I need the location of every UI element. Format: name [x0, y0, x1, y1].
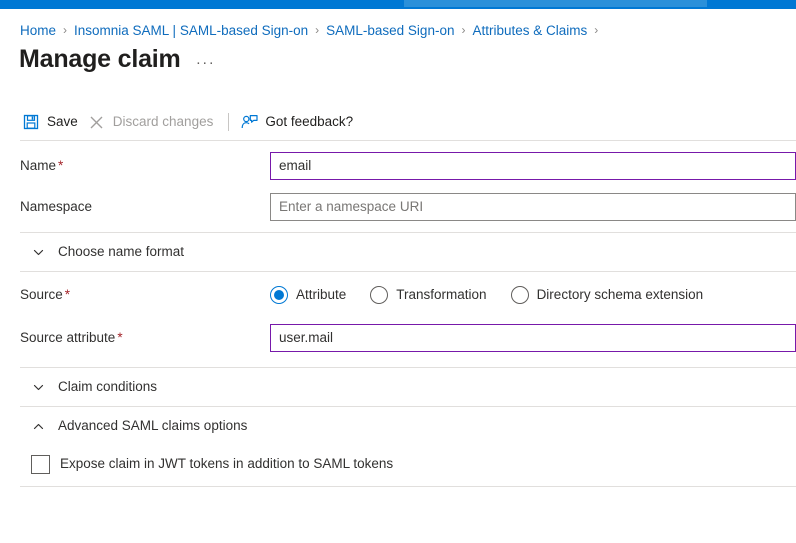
section-choose-name-format[interactable]: Choose name format [0, 233, 796, 271]
namespace-row: Namespace [0, 186, 796, 227]
breadcrumb-item-home[interactable]: Home [20, 23, 56, 38]
save-button[interactable]: Save [20, 108, 86, 136]
save-floppy-icon [22, 113, 40, 131]
radio-attribute-label: Attribute [296, 286, 347, 302]
radio-transformation-mark [370, 285, 389, 304]
name-row: Name * [0, 145, 796, 186]
radio-transformation-label: Transformation [396, 286, 487, 302]
azure-top-header-bar [0, 0, 796, 9]
source-attribute-label-text: Source attribute [20, 329, 116, 345]
source-attribute-field[interactable] [270, 323, 796, 352]
discard-changes-button[interactable]: Discard changes [86, 108, 222, 136]
name-field[interactable] [270, 151, 796, 180]
namespace-label: Namespace [20, 198, 93, 214]
source-label: Source * [20, 286, 270, 304]
discard-changes-label: Discard changes [112, 114, 214, 129]
source-row: Source * Attribute Transformation Directo… [0, 272, 796, 317]
got-feedback-button[interactable]: Got feedback? [238, 108, 361, 136]
radio-directory-schema-extension[interactable]: Directory schema extension [510, 285, 704, 304]
expose-claim-checkbox[interactable] [31, 454, 50, 474]
command-bar-divider [228, 113, 230, 131]
name-label: Name * [20, 157, 270, 175]
chevron-down-icon [30, 244, 46, 260]
source-attribute-input[interactable] [271, 324, 795, 351]
choose-name-format-title: Choose name format [58, 244, 185, 259]
expose-claim-checkbox-row[interactable]: Expose claim in JWT tokens in addition t… [0, 445, 796, 483]
global-search-box[interactable] [404, 0, 707, 7]
breadcrumb-separator-icon: › [594, 23, 599, 37]
expose-claim-label: Expose claim in JWT tokens in addition t… [60, 456, 394, 471]
breadcrumb-item-attributes-claims[interactable]: Attributes & Claims [472, 23, 587, 38]
person-feedback-icon [240, 113, 258, 131]
divider [20, 486, 796, 487]
got-feedback-label: Got feedback? [265, 114, 354, 129]
page-title: Manage claim [19, 45, 181, 73]
breadcrumb-separator-icon: › [461, 23, 466, 37]
namespace-field[interactable] [270, 192, 796, 221]
radio-attribute-mark [270, 285, 288, 304]
breadcrumb-separator-icon: › [315, 23, 320, 37]
advanced-saml-claims-options-title: Advanced SAML claims options [58, 418, 248, 433]
save-button-label: Save [47, 114, 78, 129]
section-advanced-saml-claims-options[interactable]: Advanced SAML claims options [0, 407, 796, 445]
breadcrumb-separator-icon: › [63, 23, 68, 37]
source-label-text: Source [20, 286, 63, 302]
manage-claim-form: Name* Namespace Choose name format Sourc… [0, 145, 796, 487]
source-attribute-label: Source attribute * [20, 329, 270, 347]
breadcrumb-item-saml-based-sign-on[interactable]: SAML-based Sign-on [326, 23, 454, 38]
required-asterisk: * [117, 329, 123, 345]
source-attribute-row: Source attribute * [0, 317, 796, 358]
more-options-button[interactable]: ··· [195, 52, 217, 72]
page-title-row: Manage claim ··· [19, 44, 217, 74]
radio-transformation[interactable]: Transformation [370, 285, 487, 304]
command-bar: Save Discard changes Got feedback? [20, 107, 796, 137]
radio-directory-schema-extension-label: Directory schema extension [536, 286, 704, 302]
command-bar-bottom-divider [20, 140, 796, 141]
required-asterisk: * [64, 286, 71, 302]
namespace-input[interactable] [271, 193, 795, 220]
breadcrumb-item-insomnia-saml[interactable]: Insomnia SAML | SAML-based Sign-on [74, 23, 308, 38]
chevron-up-icon [30, 418, 46, 434]
chevron-down-icon [30, 379, 46, 395]
radio-attribute[interactable]: Attribute [270, 285, 347, 304]
radio-directory-schema-extension-mark [510, 285, 529, 304]
claim-conditions-title: Claim conditions [58, 379, 158, 394]
close-x-icon [88, 113, 106, 131]
required-asterisk: * [58, 157, 64, 173]
name-label-text: Name [20, 157, 57, 173]
section-claim-conditions[interactable]: Claim conditions [0, 368, 796, 406]
name-input[interactable] [271, 152, 795, 179]
source-radio-group: Attribute Transformation Directory schem… [270, 285, 704, 304]
breadcrumb: Home › Insomnia SAML | SAML-based Sign-o… [20, 20, 605, 40]
